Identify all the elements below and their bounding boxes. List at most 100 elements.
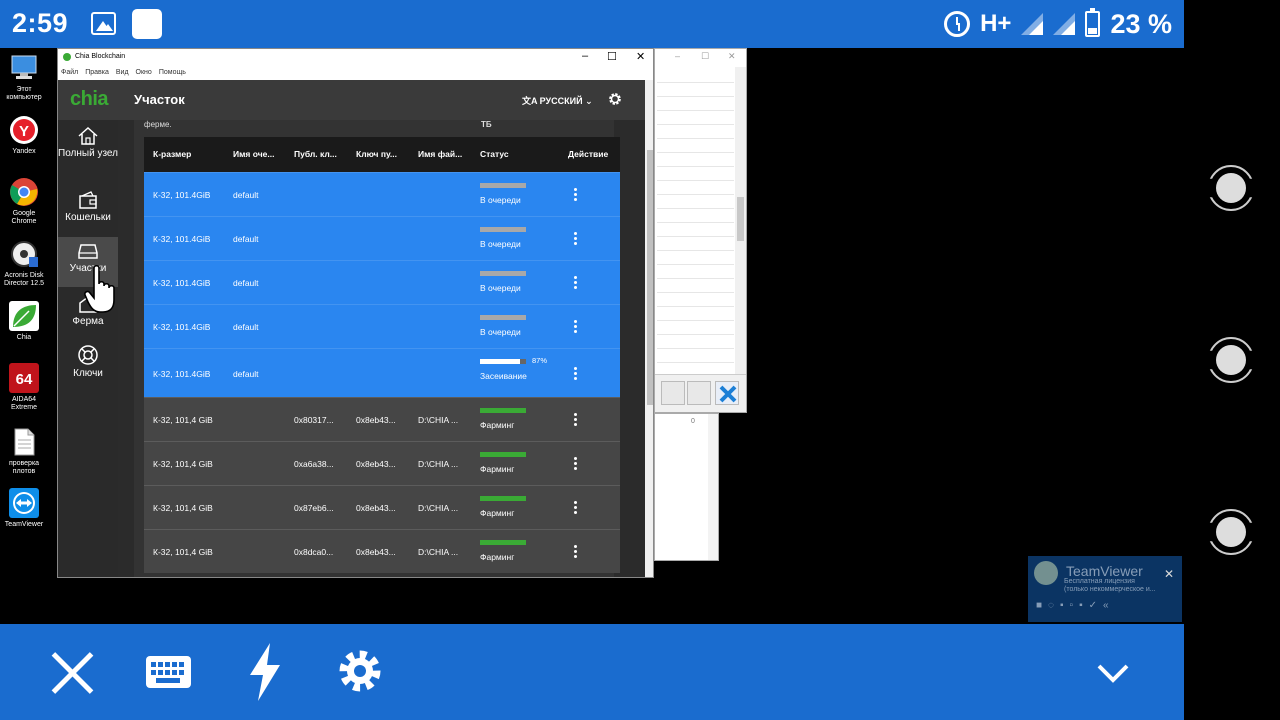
status-cell: Фарминг (480, 408, 550, 430)
status-cell: В очереди (480, 271, 550, 293)
col-k-size[interactable]: К-размер (153, 149, 191, 159)
settings-tool-icon[interactable] (687, 381, 711, 405)
col-status[interactable]: Статус (480, 149, 509, 159)
bg-scrollbar[interactable] (735, 67, 746, 374)
chia-titlebar: Chia Blockchain – ☐ ✕ (58, 49, 653, 66)
chia-scrollbar[interactable] (645, 80, 653, 577)
teamviewer-toolbar-icons[interactable]: ■◌▪▫▪✓« (1036, 600, 1115, 611)
status-bar: 2:59 H+ 23 % (0, 0, 1184, 48)
col-file-name[interactable]: Имя фай... (418, 149, 462, 159)
cell-queue: default (233, 322, 259, 332)
more-vert-icon[interactable] (574, 188, 578, 203)
cell-size: К-32, 101,4 GiB (153, 415, 213, 425)
bg-list (657, 69, 734, 372)
col-public-key[interactable]: Публ. кл... (294, 149, 337, 159)
sidebar-item-wallets[interactable]: Кошельки (58, 186, 118, 236)
progress-percent: 87% (532, 356, 548, 365)
table-row[interactable]: К-32, 101.4GiB default 87% Засеивание (144, 348, 620, 397)
desktop-icon-plot-check[interactable]: проверка плотов (2, 427, 46, 476)
svg-text:64: 64 (16, 371, 33, 388)
teamviewer-license-note: (только некоммерческое и... (1064, 586, 1156, 593)
progress-bar (480, 183, 526, 188)
more-vert-icon[interactable] (574, 320, 578, 335)
bg-minimize-button[interactable]: – (675, 51, 680, 61)
menu-window[interactable]: Окно (136, 69, 152, 76)
bg-close-button[interactable]: ✕ (728, 51, 736, 62)
table-row[interactable]: К-32, 101.4GiB default В очереди (144, 260, 620, 304)
language-selector[interactable]: 文A РУССКИЙ ⌄ (522, 94, 593, 107)
desktop-icon-computer[interactable]: Этот компьютер (2, 53, 46, 102)
add-file-tool-icon[interactable] (661, 381, 685, 405)
table-row[interactable]: К-32, 101,4 GiB 0x8dca0... 0x8eb43... D:\CH… (144, 529, 620, 573)
menu-file[interactable]: Файл (61, 69, 78, 76)
signal-icon (1021, 13, 1044, 35)
hand-cursor-icon (84, 264, 115, 313)
teamviewer-popup[interactable]: TeamViewer Бесплатная лицензия (только н… (1028, 556, 1182, 622)
nav-button-back[interactable] (1208, 165, 1254, 211)
table-row[interactable]: К-32, 101,4 GiB 0x87eb6... 0x8eb43... D:\CH… (144, 485, 620, 529)
more-vert-icon[interactable] (574, 501, 578, 516)
cell-size: К-32, 101,4 GiB (153, 459, 213, 469)
teamviewer-close-icon[interactable]: ✕ (1164, 567, 1174, 581)
keyboard-icon[interactable] (146, 656, 191, 688)
table-row[interactable]: К-32, 101,4 GiB 0x80317... 0x8eb43... D:\CH… (144, 397, 620, 441)
close-tool-icon[interactable] (715, 381, 739, 405)
bg-window-2-scrollbar[interactable] (708, 414, 718, 560)
status-cell: Фарминг (480, 496, 550, 518)
col-action[interactable]: Действие (568, 149, 608, 159)
status-text: В очереди (480, 283, 521, 293)
more-vert-icon[interactable] (574, 457, 578, 472)
settings-icon[interactable] (337, 648, 383, 694)
menu-view[interactable]: Вид (116, 69, 129, 76)
more-vert-icon[interactable] (574, 232, 578, 247)
more-vert-icon[interactable] (574, 413, 578, 428)
menu-edit[interactable]: Правка (85, 69, 109, 76)
background-window-2[interactable]: 0 (654, 413, 719, 561)
progress-bar (480, 227, 526, 232)
more-vert-icon[interactable] (574, 276, 578, 291)
desktop-icon-aida64[interactable]: 64 AIDA64 Extreme (2, 363, 46, 412)
menu-help[interactable]: Помощь (159, 69, 186, 76)
cell-key: 0x8eb43... (356, 415, 396, 425)
desktop-icon-teamviewer[interactable]: TeamViewer (2, 488, 46, 529)
android-screen: 2:59 H+ 23 % Этот компьютер Y Yandex Goo… (0, 0, 1280, 720)
sidebar-item-full-node[interactable]: Полный узел (58, 122, 118, 180)
cell-queue: default (233, 369, 259, 379)
maximize-button[interactable]: ☐ (607, 50, 617, 63)
desktop-icon-chia[interactable]: Chia (2, 301, 46, 342)
plots-content: ферме. ТБ К-размер Имя оче... Публ. кл..… (118, 120, 645, 577)
desktop-icon-chrome[interactable]: Google Chrome (2, 177, 46, 226)
table-row[interactable]: К-32, 101.4GiB default В очереди (144, 304, 620, 348)
status-text: Фарминг (480, 508, 515, 518)
col-queue-name[interactable]: Имя оче... (233, 149, 274, 159)
chevron-down-icon[interactable] (1096, 656, 1130, 690)
image-notification-icon (91, 12, 116, 35)
nav-button-home[interactable] (1208, 337, 1254, 383)
more-vert-icon[interactable] (574, 545, 578, 560)
desktop-icon-acronis[interactable]: Acronis Disk Director 12.5 (2, 239, 46, 288)
nav-button-recent[interactable] (1208, 509, 1254, 555)
status-text: В очереди (480, 239, 521, 249)
desktop-icon-yandex[interactable]: Y Yandex (2, 115, 46, 156)
translate-icon: 文A (522, 96, 540, 106)
close-session-icon[interactable] (50, 650, 96, 696)
table-row[interactable]: К-32, 101.4GiB default В очереди (144, 172, 620, 216)
signal-icon-2 (1053, 13, 1076, 35)
status-cell: 87% Засеивание (480, 356, 550, 381)
minimize-button[interactable]: – (582, 50, 588, 62)
table-header: К-размер Имя оче... Публ. кл... Ключ пу.… (144, 137, 620, 172)
bg-maximize-button[interactable]: ☐ (701, 51, 709, 62)
close-button[interactable]: ✕ (636, 50, 645, 63)
chevron-down-icon: ⌄ (582, 96, 593, 106)
table-row[interactable]: К-32, 101.4GiB default В очереди (144, 216, 620, 260)
settings-gear-icon[interactable] (608, 92, 622, 106)
flash-icon[interactable] (246, 643, 284, 701)
status-cell: В очереди (480, 315, 550, 337)
background-window[interactable]: – ☐ ✕ (654, 48, 747, 413)
col-pool-key[interactable]: Ключ пу... (356, 149, 397, 159)
table-row[interactable]: К-32, 101,4 GiB 0xa6a38... 0x8eb43... D:\CH… (144, 441, 620, 485)
document-icon (9, 427, 39, 457)
sidebar-item-keys[interactable]: Ключи (58, 340, 118, 390)
more-vert-icon[interactable] (574, 367, 578, 382)
status-cell: Фарминг (480, 540, 550, 562)
